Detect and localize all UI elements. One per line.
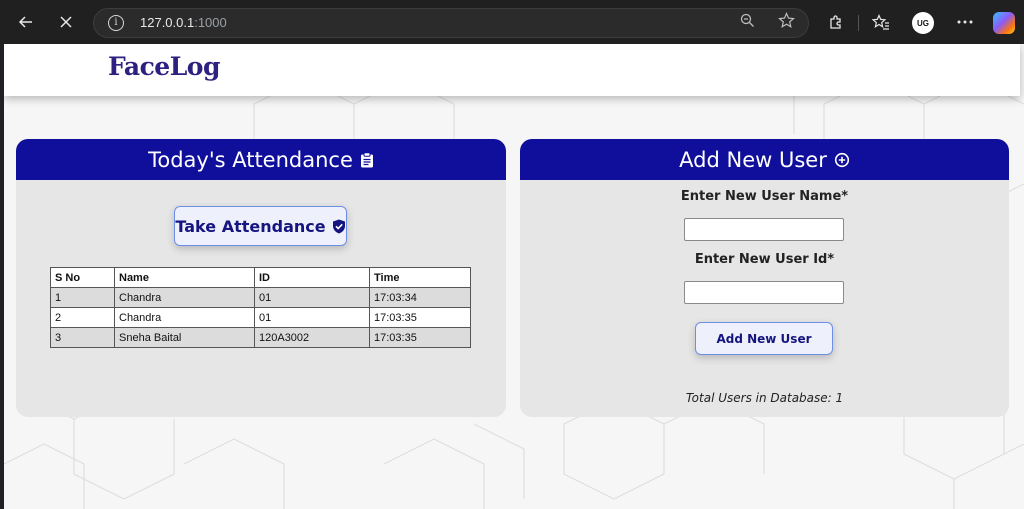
cell-sno: 2 (50, 307, 115, 328)
site-info-icon[interactable]: i (108, 15, 124, 31)
cell-name: Chandra (114, 287, 255, 308)
back-arrow-icon[interactable] (12, 8, 40, 36)
favorites-icon[interactable] (867, 8, 895, 36)
cell-time: 17:03:35 (369, 327, 471, 348)
table-row: 3 Sneha Baital 120A3002 17:03:35 (50, 327, 471, 348)
attendance-card: Today's Attendance Take Attendance S No … (16, 139, 506, 417)
column-header-name: Name (114, 267, 255, 288)
page-viewport: FaceLog Today's Attendance Take Attendan… (4, 44, 1024, 509)
add-user-header: Add New User (520, 139, 1009, 180)
add-user-card: Add New User Enter New User Name* Enter … (520, 139, 1009, 417)
cell-id: 01 (254, 307, 370, 328)
shield-check-icon (332, 219, 346, 234)
zoom-icon[interactable] (740, 13, 755, 32)
take-attendance-button[interactable]: Take Attendance (174, 206, 347, 246)
toolbar-divider (858, 15, 859, 31)
column-header-sno: S No (50, 267, 115, 288)
attendance-header: Today's Attendance (16, 139, 506, 180)
total-users-text: Total Users in Database: 1 (685, 391, 844, 405)
brand-logo[interactable]: FaceLog (108, 52, 220, 81)
add-new-user-button[interactable]: Add New User (695, 322, 833, 355)
more-options-icon[interactable] (951, 8, 979, 36)
url-text: 127.0.0.1:1000 (140, 15, 227, 30)
favorite-star-icon[interactable] (778, 11, 795, 34)
stop-loading-icon[interactable] (52, 8, 80, 36)
user-name-label: Enter New User Name* (680, 189, 849, 204)
extensions-icon[interactable] (822, 8, 850, 36)
table-header-row: S No Name ID Time (50, 267, 471, 288)
add-new-user-label: Add New User (716, 331, 812, 346)
cell-name: Chandra (114, 307, 255, 328)
cell-name: Sneha Baital (114, 327, 255, 348)
browser-toolbar: i 127.0.0.1:1000 UG (0, 0, 1024, 44)
cell-time: 17:03:35 (369, 307, 471, 328)
attendance-title: Today's Attendance (148, 147, 353, 172)
user-name-input[interactable] (684, 218, 844, 241)
column-header-id: ID (254, 267, 370, 288)
clipboard-icon (360, 151, 374, 168)
plus-circle-icon (834, 152, 850, 168)
table-row: 1 Chandra 01 17:03:34 (50, 287, 471, 308)
cell-time: 17:03:34 (369, 287, 471, 308)
cell-id: 120A3002 (254, 327, 370, 348)
take-attendance-label: Take Attendance (175, 216, 326, 236)
address-bar[interactable]: i 127.0.0.1:1000 (93, 8, 809, 38)
navbar: FaceLog (4, 44, 1020, 96)
user-id-label: Enter New User Id* (694, 252, 835, 267)
add-user-title: Add New User (679, 147, 827, 172)
user-id-input[interactable] (684, 281, 844, 304)
table-row: 2 Chandra 01 17:03:35 (50, 307, 471, 328)
copilot-icon[interactable] (993, 12, 1015, 34)
cell-id: 01 (254, 287, 370, 308)
cell-sno: 1 (50, 287, 115, 308)
cell-sno: 3 (50, 327, 115, 348)
column-header-time: Time (369, 267, 471, 288)
attendance-table: S No Name ID Time 1 Chandra 01 17:03:34 … (50, 267, 471, 348)
profile-avatar[interactable]: UG (912, 12, 934, 34)
